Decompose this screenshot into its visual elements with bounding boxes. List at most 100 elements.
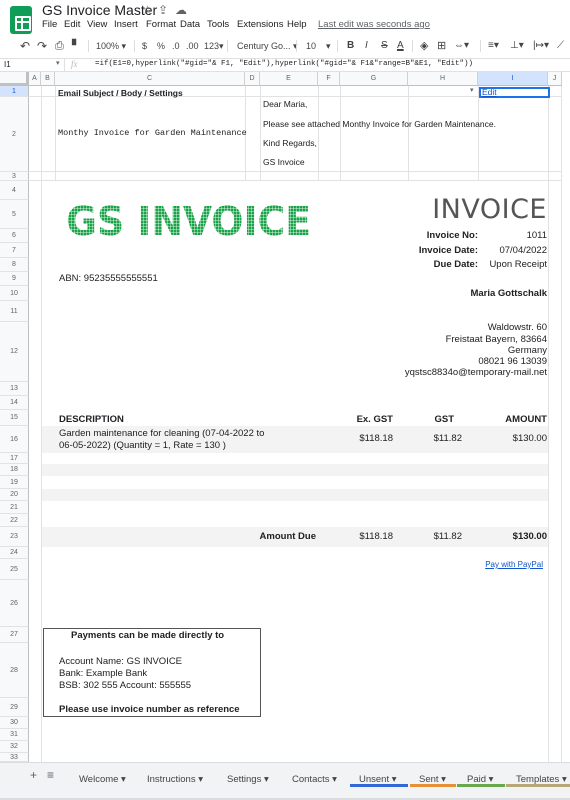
row-header-22[interactable]: 22 — [0, 514, 29, 527]
row-header-15[interactable]: 15 — [0, 410, 29, 426]
line-item-description-1[interactable]: Garden maintenance for cleaning (07-04-2… — [59, 428, 264, 439]
invoice-number[interactable]: 1011 — [527, 230, 547, 241]
row-header-27[interactable]: 27 — [0, 627, 29, 643]
column-header-d[interactable]: D — [245, 72, 260, 86]
horizontal-align-icon[interactable]: ≡▾ — [488, 36, 499, 56]
formula-input[interactable]: =if(E1=0,hyperlink("#gid="& F1, "Edit"),… — [95, 60, 473, 68]
menu-help[interactable]: Help — [287, 19, 307, 30]
line-item-description-2[interactable]: 06-05-2022) (Quantity = 1, Rate = 130 ) — [59, 440, 226, 451]
row-header-23[interactable]: 23 — [0, 527, 29, 547]
client-country[interactable]: Germany — [508, 345, 547, 356]
text-rotation-icon[interactable]: ⟋ — [557, 36, 564, 56]
email-subject[interactable]: Monthy Invoice for Garden Maintenance — [58, 128, 247, 138]
italic-button[interactable]: I — [365, 36, 368, 56]
row-header-28[interactable]: 28 — [0, 643, 29, 698]
column-header-c[interactable]: C — [55, 72, 245, 86]
row-header-24[interactable]: 24 — [0, 547, 29, 559]
column-header-a[interactable]: A — [29, 72, 41, 86]
line-item-amount[interactable]: $130.00 — [513, 433, 547, 444]
strikethrough-button[interactable]: S — [381, 36, 388, 56]
row-header-33[interactable]: 33 — [0, 753, 29, 762]
font-select[interactable]: Century Go... ▾ — [237, 36, 298, 56]
all-sheets-icon[interactable]: ≡ — [47, 768, 54, 782]
menu-file[interactable]: File — [42, 19, 57, 30]
column-header-h[interactable]: H — [408, 72, 478, 86]
merge-cells-icon[interactable]: ⇔▾ — [454, 36, 469, 56]
due-date[interactable]: Upon Receipt — [489, 259, 547, 270]
row-header-12[interactable]: 12 — [0, 322, 29, 382]
text-color-button[interactable]: A — [397, 36, 404, 56]
row-header-8[interactable]: 8 — [0, 258, 29, 272]
row-header-11[interactable]: 11 — [0, 301, 29, 322]
font-size-select[interactable]: 10 ▾ — [306, 36, 331, 56]
row-header-25[interactable]: 25 — [0, 559, 29, 580]
fill-color-icon[interactable]: ◈ — [420, 36, 428, 56]
zoom-select[interactable]: 100% ▾ — [96, 36, 126, 56]
email-signature[interactable]: GS Invoice — [263, 157, 305, 167]
row-header-7[interactable]: 7 — [0, 243, 29, 258]
email-greeting[interactable]: Dear Maria, — [263, 99, 307, 109]
add-sheet-icon[interactable]: + — [30, 768, 37, 782]
row-header-20[interactable]: 20 — [0, 489, 29, 501]
redo-icon[interactable]: ↷ — [37, 36, 47, 56]
row-header-31[interactable]: 31 — [0, 729, 29, 741]
select-all-corner[interactable] — [0, 72, 29, 86]
abn-number[interactable]: ABN: 95235555555551 — [59, 273, 158, 284]
line-item-ex-gst[interactable]: $118.18 — [359, 433, 393, 444]
column-header-b[interactable]: B — [41, 72, 55, 86]
borders-icon[interactable]: ⊞ — [437, 36, 446, 56]
client-city[interactable]: Freistaat Bayern, 83664 — [446, 334, 547, 345]
move-icon[interactable]: ⇪ — [158, 3, 168, 17]
row-header-4[interactable]: 4 — [0, 181, 29, 200]
row-header-6[interactable]: 6 — [0, 229, 29, 243]
more-formats-button[interactable]: 123▾ — [204, 36, 224, 56]
column-header-e[interactable]: E — [260, 72, 318, 86]
column-header-i[interactable]: I — [478, 72, 548, 86]
row-header-19[interactable]: 19 — [0, 476, 29, 489]
client-name[interactable]: Maria Gottschalk — [470, 288, 547, 299]
row-header-17[interactable]: 17 — [0, 453, 29, 464]
tab-welcome[interactable]: Welcome ▾ — [79, 774, 126, 785]
column-header-j[interactable]: J — [548, 72, 562, 86]
row-header-30[interactable]: 30 — [0, 717, 29, 729]
decrease-decimal-button[interactable]: .0 — [172, 36, 180, 56]
menu-data[interactable]: Data — [180, 19, 200, 30]
edit-link-cell[interactable]: Edit — [479, 87, 550, 98]
menu-extensions[interactable]: Extensions — [237, 19, 283, 30]
tab-contacts[interactable]: Contacts ▾ — [292, 774, 337, 785]
sheets-logo-icon[interactable] — [10, 6, 32, 34]
row-header-3[interactable]: 3 — [0, 172, 29, 181]
star-icon[interactable]: ☆ — [142, 3, 153, 17]
menu-insert[interactable]: Insert — [114, 19, 138, 30]
document-title[interactable]: GS Invoice Master — [42, 2, 157, 18]
menu-view[interactable]: View — [87, 19, 107, 30]
invoice-date[interactable]: 07/04/2022 — [499, 245, 547, 256]
bold-button[interactable]: B — [347, 36, 354, 56]
client-email[interactable]: yqstsc8834o@temporary-mail.net — [405, 367, 547, 378]
row-header-10[interactable]: 10 — [0, 286, 29, 301]
row-header-13[interactable]: 13 — [0, 382, 29, 396]
row-header-29[interactable]: 29 — [0, 698, 29, 717]
row-header-1[interactable]: 1 — [0, 86, 29, 97]
text-wrap-icon[interactable]: |↦▾ — [533, 36, 549, 56]
client-phone[interactable]: 08021 96 13039 — [478, 356, 547, 367]
row-header-5[interactable]: 5 — [0, 200, 29, 229]
menu-format[interactable]: Format — [146, 19, 176, 30]
paint-format-icon[interactable]: ▘ — [72, 36, 80, 56]
row-header-18[interactable]: 18 — [0, 464, 29, 476]
column-header-f[interactable]: F — [318, 72, 340, 86]
column-header-g[interactable]: G — [340, 72, 408, 86]
tab-settings[interactable]: Settings ▾ — [227, 774, 269, 785]
last-edit-link[interactable]: Last edit was seconds ago — [318, 19, 430, 30]
row-header-2[interactable]: 2 — [0, 97, 29, 172]
menu-tools[interactable]: Tools — [207, 19, 229, 30]
cloud-status-icon[interactable]: ☁ — [175, 3, 187, 17]
client-street[interactable]: Waldowstr. 60 — [488, 322, 547, 333]
row-header-9[interactable]: 9 — [0, 272, 29, 286]
email-closing[interactable]: Kind Regards, — [263, 138, 317, 148]
menu-edit[interactable]: Edit — [64, 19, 80, 30]
increase-decimal-button[interactable]: .00 — [186, 36, 199, 56]
row-header-21[interactable]: 21 — [0, 501, 29, 514]
percent-format-button[interactable]: % — [157, 36, 165, 56]
email-body[interactable]: Please see attached Monthy Invoice for G… — [263, 119, 496, 129]
